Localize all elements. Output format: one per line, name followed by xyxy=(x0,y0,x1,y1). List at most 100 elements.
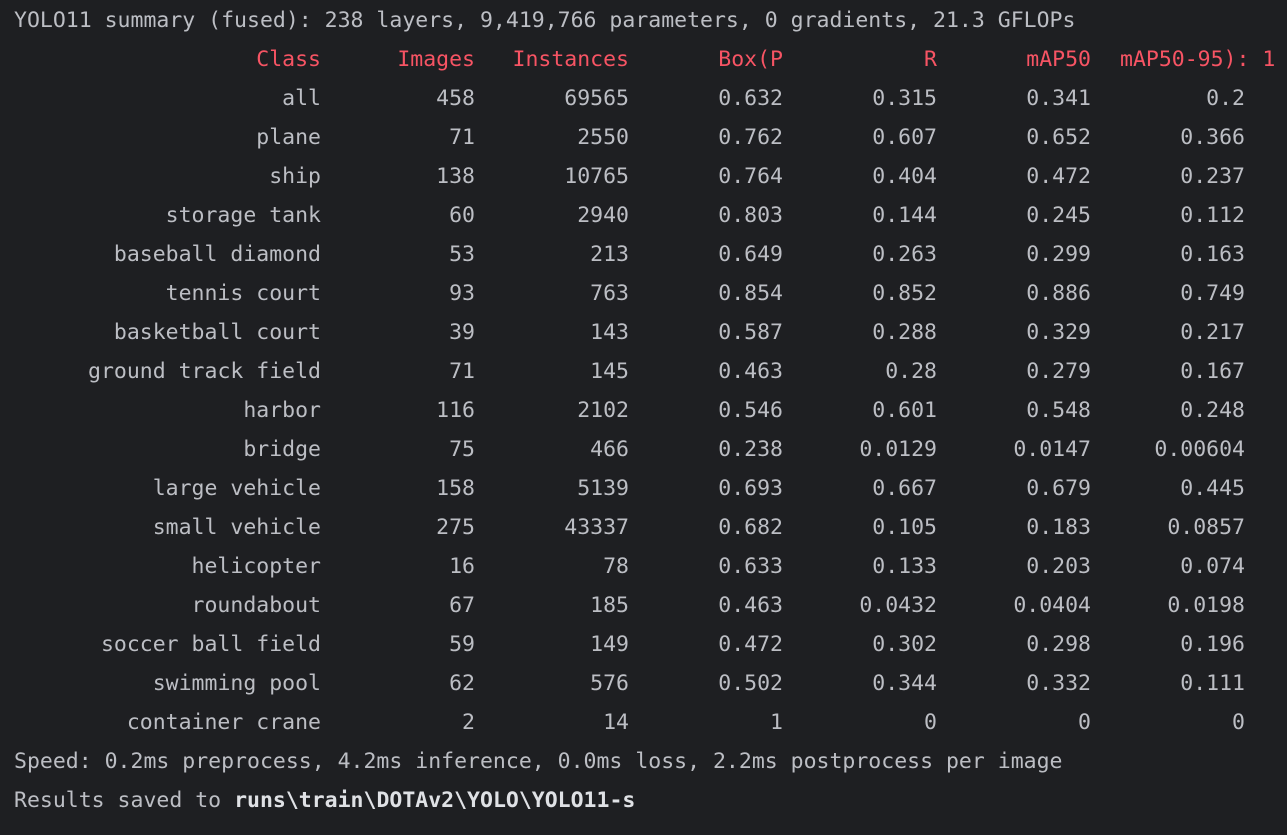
cell-box-precision: 0.649 xyxy=(718,242,783,267)
cell-box-precision: 0.693 xyxy=(718,476,783,501)
cell-class: basketball court xyxy=(113,320,321,345)
cell-recall: 0.667 xyxy=(872,476,937,501)
cell-images: 53 xyxy=(449,242,475,267)
cell-class: ground track field xyxy=(88,359,321,384)
cell-images: 16 xyxy=(449,554,475,579)
cell-class: ship xyxy=(269,164,321,189)
cell-instances: 2102 xyxy=(577,398,629,423)
table-row: plane 71 2550 0.762 0.607 0.652 0.366 xyxy=(0,118,1287,157)
cell-class: all xyxy=(282,86,321,111)
cell-box-precision: 0.854 xyxy=(718,281,783,306)
cell-class: harbor xyxy=(243,398,321,423)
cell-box-precision: 0.463 xyxy=(718,359,783,384)
cell-recall: 0.315 xyxy=(872,86,937,111)
cell-instances: 213 xyxy=(590,242,629,267)
cell-box-precision: 0.587 xyxy=(718,320,783,345)
table-row: container crane 2 14 1 0 0 0 xyxy=(0,703,1287,742)
cell-class: bridge xyxy=(243,437,321,462)
cell-map50: 0.329 xyxy=(1026,320,1091,345)
cell-map50: 0.183 xyxy=(1026,515,1091,540)
cell-recall: 0.607 xyxy=(872,125,937,150)
cell-map50-95: 0.0857 xyxy=(1167,515,1245,540)
cell-images: 62 xyxy=(449,671,475,696)
table-row: tennis court 93 763 0.854 0.852 0.886 0.749 xyxy=(0,274,1287,313)
cell-images: 458 xyxy=(436,86,475,111)
cell-instances: 69565 xyxy=(564,86,629,111)
cell-images: 2 xyxy=(462,710,475,735)
cell-class: small vehicle xyxy=(152,515,321,540)
cell-instances: 143 xyxy=(590,320,629,345)
cell-map50: 0.548 xyxy=(1026,398,1091,423)
cell-images: 60 xyxy=(449,203,475,228)
cell-map50: 0.298 xyxy=(1026,632,1091,657)
cell-box-precision: 0.762 xyxy=(718,125,783,150)
cell-box-precision: 0.472 xyxy=(718,632,783,657)
cell-map50: 0.472 xyxy=(1026,164,1091,189)
cell-recall: 0.852 xyxy=(872,281,937,306)
cell-recall: 0.601 xyxy=(872,398,937,423)
results-path[interactable]: runs\train\DOTAv2\YOLO\YOLO11-s xyxy=(234,788,635,813)
table-row: basketball court 39 143 0.587 0.288 0.329 0.21… xyxy=(0,313,1287,352)
cell-box-precision: 1 xyxy=(770,710,783,735)
header-box-precision: Box(P xyxy=(718,47,783,72)
cell-class: helicopter xyxy=(191,554,321,579)
cell-images: 138 xyxy=(436,164,475,189)
table-row: bridge 75 466 0.238 0.0129 0.0147 0.00604 xyxy=(0,430,1287,469)
results-saved-line: Results saved to runs\train\DOTAv2\YOLO\… xyxy=(14,781,635,820)
cell-box-precision: 0.764 xyxy=(718,164,783,189)
table-header-row: Class Images Instances Box(P R mAP50 mAP… xyxy=(0,40,1287,79)
cell-recall: 0.105 xyxy=(872,515,937,540)
table-row: helicopter 16 78 0.633 0.133 0.203 0.074 xyxy=(0,547,1287,586)
cell-map50: 0.341 xyxy=(1026,86,1091,111)
cell-instances: 5139 xyxy=(577,476,629,501)
cell-map50-95: 0.074 xyxy=(1180,554,1245,579)
cell-recall: 0.0432 xyxy=(859,593,937,618)
cell-map50: 0.679 xyxy=(1026,476,1091,501)
header-instances: Instances xyxy=(512,47,630,72)
cell-class: soccer ball field xyxy=(100,632,321,657)
cell-instances: 149 xyxy=(590,632,629,657)
cell-map50-95: 0.445 xyxy=(1180,476,1245,501)
cell-recall: 0.404 xyxy=(872,164,937,189)
cell-images: 59 xyxy=(449,632,475,657)
cell-map50-95: 0.112 xyxy=(1180,203,1245,228)
model-summary-line: YOLO11 summary (fused): 238 layers, 9,41… xyxy=(14,8,1076,33)
cell-images: 116 xyxy=(436,398,475,423)
cell-map50: 0.652 xyxy=(1026,125,1091,150)
cell-instances: 576 xyxy=(590,671,629,696)
terminal-output: YOLO11 summary (fused): 238 layers, 9,41… xyxy=(0,0,1287,835)
cell-images: 71 xyxy=(449,359,475,384)
header-recall: R xyxy=(924,47,937,72)
cell-box-precision: 0.682 xyxy=(718,515,783,540)
cell-map50: 0.0147 xyxy=(1013,437,1091,462)
cell-map50: 0.299 xyxy=(1026,242,1091,267)
cell-class: tennis court xyxy=(165,281,321,306)
cell-class: baseball diamond xyxy=(113,242,321,267)
cell-images: 275 xyxy=(436,515,475,540)
table-row: small vehicle 275 43337 0.682 0.105 0.183 0.08… xyxy=(0,508,1287,547)
table-row: swimming pool 62 576 0.502 0.344 0.332 0.111 xyxy=(0,664,1287,703)
cell-map50-95: 0.366 xyxy=(1180,125,1245,150)
cell-map50-95: 0.00604 xyxy=(1154,437,1245,462)
cell-class: large vehicle xyxy=(152,476,321,501)
results-prefix: Results saved to xyxy=(14,788,235,813)
cell-instances: 763 xyxy=(590,281,629,306)
table-row: harbor 116 2102 0.546 0.601 0.548 0.248 xyxy=(0,391,1287,430)
cell-images: 158 xyxy=(436,476,475,501)
table-row: ship 138 10765 0.764 0.404 0.472 0.237 xyxy=(0,157,1287,196)
cell-map50-95: 0.749 xyxy=(1180,281,1245,306)
cell-map50: 0.203 xyxy=(1026,554,1091,579)
header-map50-95: mAP50-95): 1 xyxy=(1120,47,1276,72)
cell-map50-95: 0.217 xyxy=(1180,320,1245,345)
cell-images: 67 xyxy=(449,593,475,618)
table-row: large vehicle 158 5139 0.693 0.667 0.679 0.445 xyxy=(0,469,1287,508)
speed-line: Speed: 0.2ms preprocess, 4.2ms inference… xyxy=(14,749,1063,774)
cell-map50-95: 0.163 xyxy=(1180,242,1245,267)
cell-recall: 0.288 xyxy=(872,320,937,345)
cell-class: swimming pool xyxy=(152,671,321,696)
cell-recall: 0.302 xyxy=(872,632,937,657)
cell-box-precision: 0.632 xyxy=(718,86,783,111)
header-class: Class xyxy=(256,47,321,72)
cell-class: container crane xyxy=(126,710,321,735)
cell-images: 93 xyxy=(449,281,475,306)
